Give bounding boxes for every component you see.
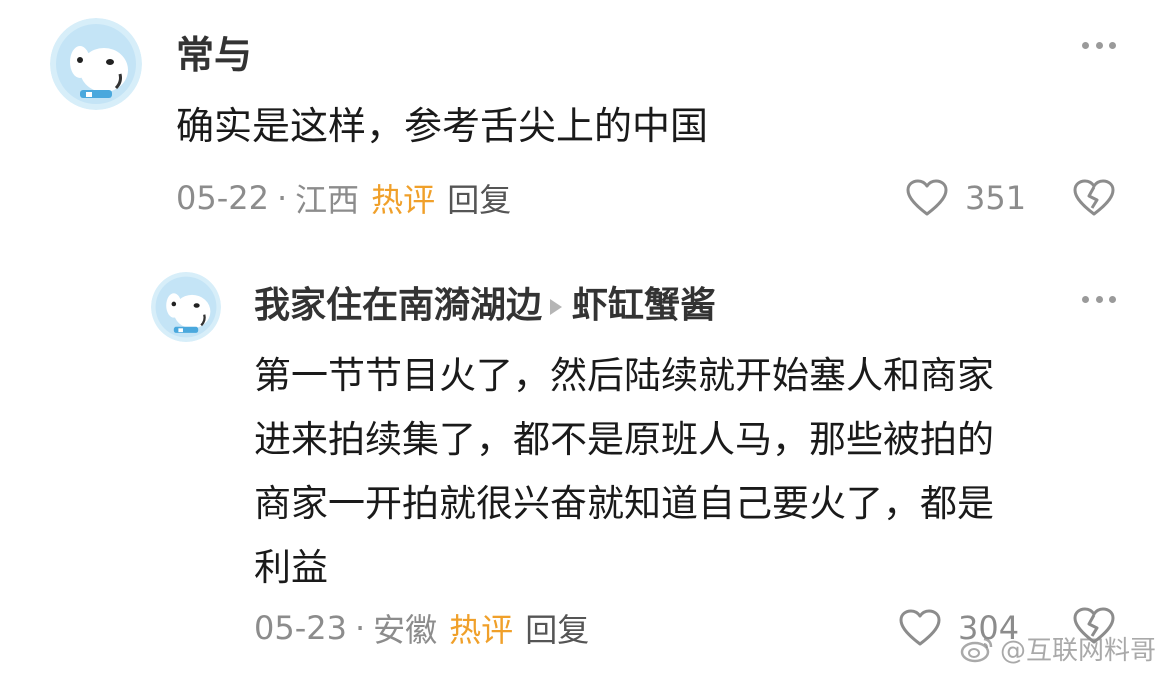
more-icon[interactable] <box>1082 40 1116 50</box>
watermark: @互联网料哥 <box>960 630 1156 667</box>
reply-arrow-icon <box>550 299 563 315</box>
hot-comment-badge: 热评 <box>449 611 514 649</box>
comment-username[interactable]: 我家住在南漪湖边 <box>254 285 542 326</box>
reply-button[interactable]: 回复 <box>447 175 511 221</box>
broken-heart-icon <box>1073 179 1115 216</box>
comment-text: 确实是这样，参考舌尖上的中国 <box>176 104 709 148</box>
reply-to-username[interactable]: 虾缸蟹酱 <box>572 285 716 326</box>
comment-username[interactable]: 常与 <box>176 24 252 79</box>
comment-meta: 05-22 · 江西 热评 回复 <box>176 176 511 220</box>
like-button[interactable]: 351 <box>905 176 1026 220</box>
more-icon[interactable] <box>1082 294 1116 304</box>
weibo-logo-icon <box>960 637 993 662</box>
watermark-text: @互联网料哥 <box>999 636 1156 666</box>
hot-comment-badge: 热评 <box>371 181 436 219</box>
comment-text-line: 利益 <box>254 546 328 589</box>
avatar-dog-image <box>151 272 221 342</box>
comment-location: 安徽 <box>373 611 438 649</box>
heart-icon <box>906 179 948 216</box>
meta-separator: · <box>276 179 288 217</box>
avatar-dog-image <box>50 18 142 110</box>
avatar[interactable] <box>151 272 221 342</box>
meta-separator: · <box>354 609 366 647</box>
like-count: 351 <box>965 179 1027 217</box>
comment-meta: 05-23 · 安徽 热评 回复 <box>254 606 589 650</box>
comment-text-line: 进来拍续集了，都不是原班人马，那些被拍的 <box>254 418 994 461</box>
comment-text: 第一节节目火了，然后陆续就开始塞人和商家 进来拍续集了，都不是原班人马，那些被拍… <box>254 344 994 600</box>
dislike-button[interactable] <box>1072 178 1116 218</box>
comment-date: 05-23 <box>254 609 347 647</box>
reply-header: 我家住在南漪湖边 虾缸蟹酱 <box>254 276 716 328</box>
comment-text-line: 商家一开拍就很兴奋就知道自己要火了，都是 <box>254 482 994 525</box>
comment-text-line: 第一节节目火了，然后陆续就开始塞人和商家 <box>254 354 994 397</box>
comment-date: 05-22 <box>176 179 269 217</box>
reply-button[interactable]: 回复 <box>525 605 589 651</box>
avatar[interactable] <box>50 18 142 110</box>
comment-location: 江西 <box>295 181 360 219</box>
heart-icon <box>899 609 941 646</box>
